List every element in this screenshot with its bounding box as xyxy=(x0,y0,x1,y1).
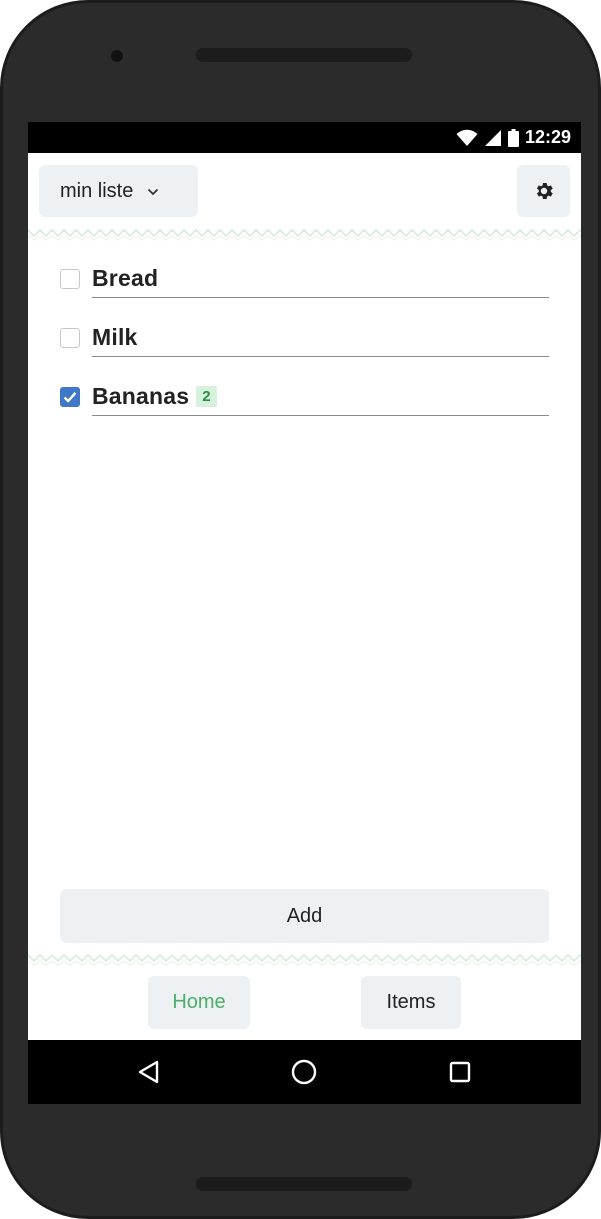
item-name-field[interactable]: Bread xyxy=(92,260,549,298)
nav-back-button[interactable] xyxy=(131,1054,167,1090)
list-selector[interactable]: min liste xyxy=(39,165,198,217)
app-bar: min liste xyxy=(28,153,581,233)
signal-icon xyxy=(484,129,501,146)
item-name-field[interactable]: Bananas 2 xyxy=(92,378,549,416)
add-button[interactable]: Add xyxy=(60,889,549,943)
bottom-tabs: Home Items xyxy=(28,970,581,1040)
quantity-badge: 2 xyxy=(196,386,217,407)
list-item: Bananas 2 xyxy=(28,366,581,425)
item-name-field[interactable]: Milk xyxy=(92,319,549,357)
android-nav-bar xyxy=(28,1040,581,1104)
item-checkbox[interactable] xyxy=(60,387,80,407)
list-item: Milk xyxy=(28,307,581,366)
item-checkbox[interactable] xyxy=(60,328,80,348)
back-icon xyxy=(138,1060,159,1084)
status-bar: 12:29 xyxy=(28,122,581,153)
phone-frame: 12:29 min liste Bread Milk Bananas 2 Add… xyxy=(0,0,601,1219)
decorative-pattern xyxy=(28,227,581,241)
home-icon xyxy=(291,1059,317,1085)
item-list: Bread Milk Bananas 2 xyxy=(28,248,581,425)
speaker-grille xyxy=(196,48,412,62)
settings-button[interactable] xyxy=(517,165,570,217)
gear-icon xyxy=(536,183,553,199)
nav-recents-button[interactable] xyxy=(442,1054,478,1090)
speaker-grille-bottom xyxy=(196,1177,412,1191)
status-time: 12:29 xyxy=(524,127,571,147)
decorative-pattern xyxy=(28,952,581,966)
item-name: Bread xyxy=(92,265,159,291)
recents-icon xyxy=(449,1061,471,1083)
screen: 12:29 min liste Bread Milk Bananas 2 Add… xyxy=(28,122,581,1104)
checkmark-icon xyxy=(63,392,77,403)
item-name: Bananas xyxy=(92,383,190,409)
item-name: Milk xyxy=(92,324,138,350)
wifi-icon xyxy=(456,129,478,146)
battery-icon xyxy=(507,128,519,147)
item-checkbox[interactable] xyxy=(60,269,80,289)
list-name: min liste xyxy=(60,179,134,202)
camera-icon xyxy=(111,50,123,62)
tab-home[interactable]: Home xyxy=(148,976,250,1029)
nav-home-button[interactable] xyxy=(286,1054,322,1090)
chevron-down-icon xyxy=(147,183,159,199)
tab-items[interactable]: Items xyxy=(361,976,461,1029)
list-item: Bread xyxy=(28,248,581,307)
